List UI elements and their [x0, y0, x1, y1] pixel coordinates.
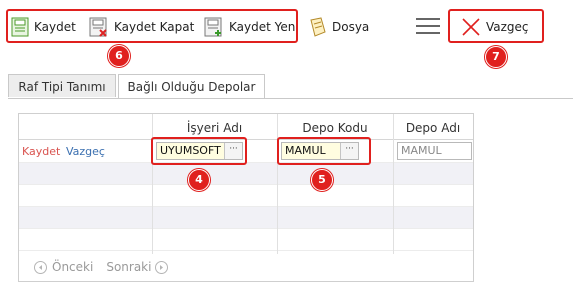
column-divider: [393, 114, 394, 254]
depot-name-placeholder: MAMUL: [401, 144, 442, 157]
toolbar-group-highlight: [6, 9, 298, 43]
tab-linked-depots[interactable]: Bağlı Olduğu Depolar: [118, 74, 265, 99]
row-save-link[interactable]: Kaydet: [22, 145, 60, 158]
pager: Önceki Sonraki: [34, 259, 169, 275]
row-cancel-link[interactable]: Vazgeç: [66, 145, 105, 158]
file-button[interactable]: Dosya: [309, 14, 369, 40]
callout-badge-6: 6: [108, 45, 130, 67]
grid-header-depot-name[interactable]: Depo Adı: [393, 114, 473, 140]
file-icon: [310, 17, 326, 37]
callout-badge-4: 4: [188, 169, 210, 191]
grid-header-actions: [19, 114, 152, 140]
row-divider: [19, 184, 473, 185]
callout-badge-7: 7: [485, 46, 507, 68]
tab-divider: [8, 98, 573, 99]
tab-shelf-type-definition[interactable]: Raf Tipi Tanımı: [8, 74, 116, 97]
column-divider: [152, 114, 153, 254]
callout-badge-5: 5: [311, 169, 333, 191]
prev-page-icon[interactable]: [34, 260, 47, 274]
workplace-highlight: [151, 137, 247, 165]
depot-name-input[interactable]: MAMUL: [397, 142, 472, 160]
cancel-highlight: [448, 9, 544, 43]
table-row: [19, 228, 473, 250]
file-label: Dosya: [332, 20, 370, 34]
table-row: [19, 184, 473, 206]
next-page-button[interactable]: Sonraki: [106, 260, 151, 274]
next-page-icon[interactable]: [155, 260, 169, 274]
row-divider: [19, 206, 473, 207]
depot-code-highlight: [277, 137, 371, 165]
row-divider: [19, 228, 473, 229]
table-row: [19, 162, 473, 184]
menu-icon[interactable]: [416, 18, 440, 36]
table-row: [19, 206, 473, 228]
row-divider: [19, 250, 473, 251]
prev-page-button[interactable]: Önceki: [52, 260, 93, 274]
column-divider: [277, 114, 278, 254]
